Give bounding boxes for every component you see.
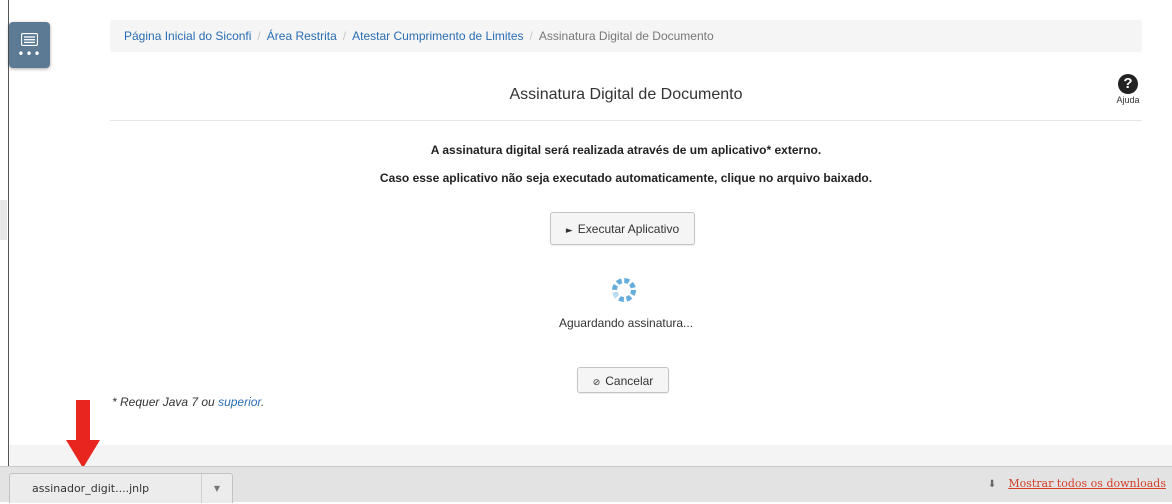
red-arrow-annotation <box>66 400 100 468</box>
waiting-status-text: Aguardando assinatura... <box>558 316 694 330</box>
breadcrumb-current: Assinatura Digital de Documento <box>538 29 714 43</box>
loading-spinner-icon <box>612 278 636 302</box>
page-title: Assinatura Digital de Documento <box>509 86 743 103</box>
download-icon: ⬇ <box>987 479 997 490</box>
breadcrumb-separator: / <box>257 29 261 43</box>
cancel-button[interactable]: ⊘ Cancelar <box>577 367 669 393</box>
breadcrumb-link-area-restrita[interactable]: Área Restrita <box>267 29 337 43</box>
list-icon <box>21 33 38 46</box>
show-all-downloads: ⬇ Mostrar todos os downloads <box>988 477 1166 490</box>
breadcrumb-separator: / <box>342 29 347 43</box>
chevron-down-icon[interactable]: ▼ <box>201 474 232 503</box>
breadcrumb-separator: / <box>529 29 533 43</box>
cancel-icon: ⊘ <box>592 378 601 388</box>
info-text-line-2: Caso esse aplicativo não seja executado … <box>379 171 873 185</box>
help-label: Ajuda <box>1116 95 1140 105</box>
download-bar: assinador_digit....jnlp ▼ ⬇ Mostrar todos… <box>0 466 1172 503</box>
java-note-suffix: . <box>261 395 265 409</box>
help-button[interactable]: ? Ajuda <box>1110 74 1146 105</box>
download-file-name: assinador_digit....jnlp <box>32 482 150 495</box>
execute-app-button[interactable]: ► Executar Aplicativo <box>550 212 695 245</box>
execute-app-label: Executar Aplicativo <box>577 222 680 236</box>
breadcrumb-link-home[interactable]: Página Inicial do Siconfi <box>124 29 251 43</box>
play-icon: ► <box>565 226 573 236</box>
download-item[interactable]: assinador_digit....jnlp ▼ <box>9 473 233 503</box>
java-requirement-note: * Requer Java 7 ou superior. <box>112 395 264 409</box>
show-all-downloads-link[interactable]: Mostrar todos os downloads <box>1008 477 1166 490</box>
more-dots-icon: ••• <box>17 47 42 61</box>
java-superior-link[interactable]: superior <box>218 395 261 409</box>
question-circle-icon: ? <box>1118 74 1138 94</box>
cancel-label: Cancelar <box>605 374 654 388</box>
title-divider <box>110 120 1142 121</box>
page-footer-band <box>9 445 1172 466</box>
info-text-line-1: A assinatura digital será realizada atra… <box>430 143 822 157</box>
breadcrumb: Página Inicial do Siconfi / Área Restrita /… <box>110 20 1142 52</box>
left-edge <box>0 0 9 466</box>
sidebar-toggle-button[interactable]: ••• <box>9 22 50 68</box>
java-note-text: * Requer Java 7 ou <box>112 395 219 409</box>
breadcrumb-link-atestar[interactable]: Atestar Cumprimento de Limites <box>352 29 523 43</box>
